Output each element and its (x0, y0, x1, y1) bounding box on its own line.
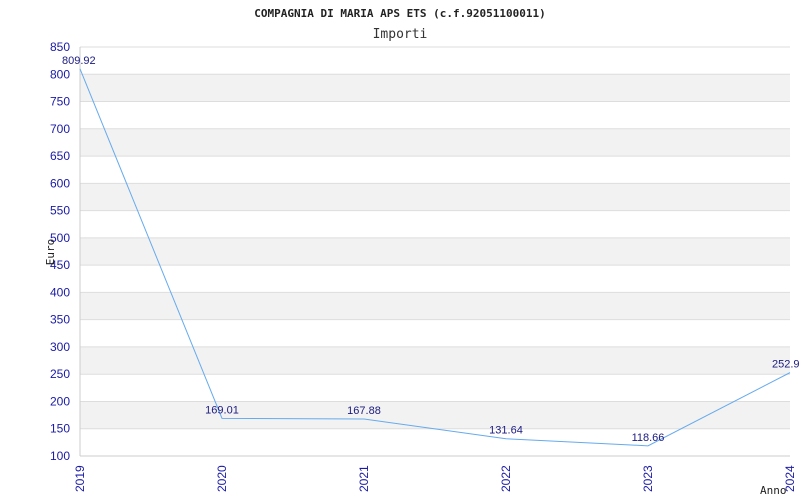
x-tick-labels: 2019 2020 2021 2022 2023 2024 (73, 465, 797, 492)
x-tick-label: 2019 (73, 465, 87, 492)
y-tick-label: 200 (50, 394, 70, 408)
y-tick-label: 150 (50, 422, 70, 436)
x-tick-label: 2021 (357, 465, 371, 492)
x-tick-label: 2022 (499, 465, 513, 492)
x-tick-label: 2023 (641, 465, 655, 492)
chart-title: COMPAGNIA DI MARIA APS ETS (c.f.92051100… (254, 7, 545, 20)
y-axis-label: Euro (44, 239, 57, 266)
data-label: 809.92 (62, 55, 96, 67)
grid-band (80, 74, 790, 102)
y-tick-label: 600 (50, 176, 70, 190)
grid-bands (80, 74, 790, 429)
data-label: 167.88 (347, 405, 381, 417)
y-tick-label: 850 (50, 40, 70, 54)
grid-band (80, 183, 790, 211)
y-tick-label: 650 (50, 149, 70, 163)
x-tick-label: 2020 (215, 465, 229, 492)
y-tick-label: 750 (50, 95, 70, 109)
data-label: 252.9 (772, 359, 800, 371)
chart-subtitle: Importi (373, 27, 428, 42)
y-tick-label: 300 (50, 340, 70, 354)
y-tick-label: 250 (50, 367, 70, 381)
y-tick-label: 800 (50, 67, 70, 81)
y-tick-label: 700 (50, 122, 70, 136)
y-tick-label: 100 (50, 449, 70, 463)
data-label: 118.66 (632, 432, 665, 444)
grid-band (80, 346, 790, 375)
data-label: 131.64 (489, 425, 523, 437)
grid-band (80, 292, 790, 320)
y-tick-label: 350 (50, 313, 70, 327)
grid-band (80, 128, 790, 157)
x-axis-label: Anno (760, 484, 787, 497)
data-label: 169.01 (205, 404, 239, 416)
grid-band (80, 401, 790, 429)
grid-band (80, 237, 790, 266)
y-tick-label: 550 (50, 204, 70, 218)
y-tick-label: 400 (50, 285, 70, 299)
line-chart: 1001502002503003504004505005506006507007… (44, 7, 800, 497)
